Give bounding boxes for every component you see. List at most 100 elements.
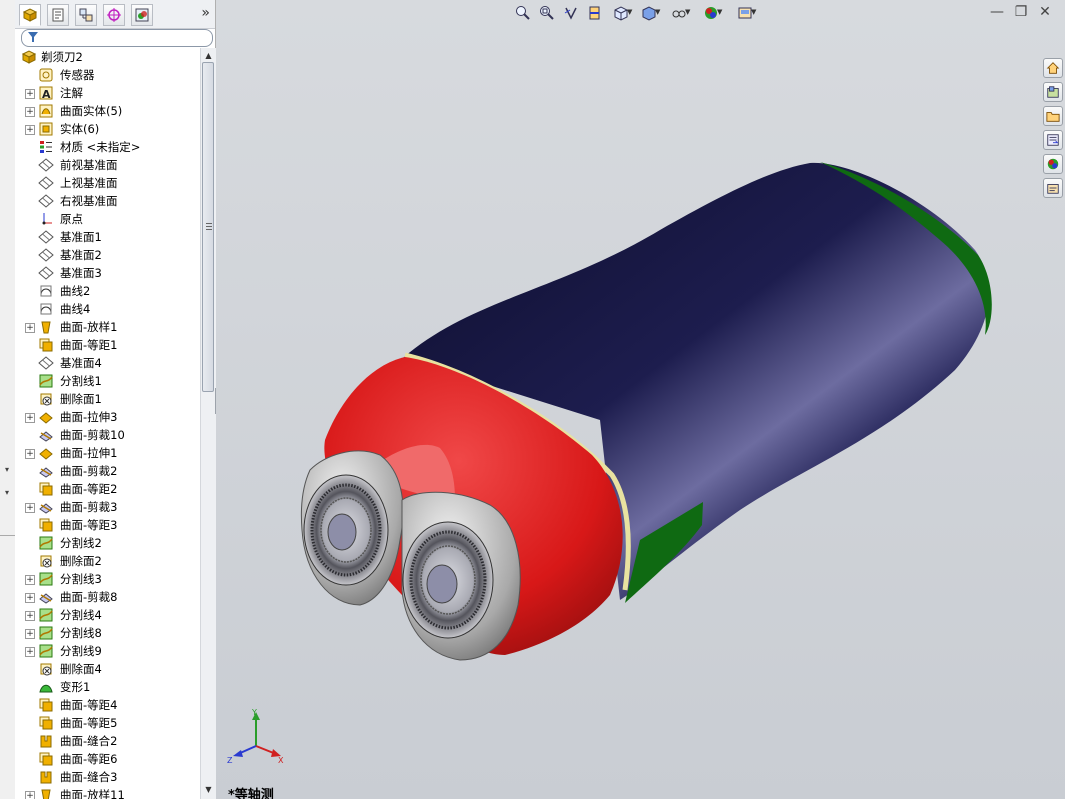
surface-trim-icon: [38, 589, 54, 605]
tree-item-label: 曲面-等距6: [60, 752, 118, 766]
tree-item-label: 曲面-等距2: [60, 482, 118, 496]
display-style-button[interactable]: ▼: [638, 3, 660, 23]
expand-toggle-icon[interactable]: +: [25, 89, 35, 99]
minimize-button[interactable]: —: [987, 2, 1007, 22]
expand-toggle-icon[interactable]: +: [25, 629, 35, 639]
view-orientation-label: *等轴测: [228, 788, 274, 799]
tree-root-label: 剃须刀2: [41, 50, 83, 64]
cutter-head-left: [300, 450, 404, 606]
tab-feature-manager[interactable]: [19, 4, 41, 26]
expand-toggle-icon[interactable]: +: [25, 503, 35, 513]
custom-properties-tab[interactable]: [1043, 178, 1063, 198]
tree-item-label: 曲面-缝合2: [60, 734, 118, 748]
delete-face-icon: [38, 661, 54, 677]
home-tab[interactable]: [1043, 58, 1063, 78]
delete-face-icon: [38, 553, 54, 569]
surface-offset-icon: [38, 715, 54, 731]
dropdown-arrow-icon[interactable]: ▼: [655, 8, 660, 16]
plane-icon: [38, 247, 54, 263]
tree-item-label: 删除面2: [60, 554, 102, 568]
shaver-model[interactable]: [216, 0, 1065, 799]
tab-configuration-manager[interactable]: [75, 4, 97, 26]
plane-icon: [38, 193, 54, 209]
part-icon: [21, 49, 37, 65]
tree-item-label: 曲线4: [60, 302, 91, 316]
tree-item-label: 曲面-剪裁2: [60, 464, 118, 478]
curve-icon: [38, 301, 54, 317]
previous-view-button[interactable]: [560, 3, 582, 23]
plane-icon: [38, 175, 54, 191]
tree-item-label: 删除面4: [60, 662, 102, 676]
collapse-marker[interactable]: ▾: [5, 488, 9, 497]
tree-item-label: 基准面2: [60, 248, 102, 262]
appearances-tab[interactable]: [1043, 154, 1063, 174]
expand-toggle-icon[interactable]: +: [25, 413, 35, 423]
scroll-down-arrow-icon[interactable]: ▼: [203, 784, 214, 795]
split-line-icon: [38, 373, 54, 389]
surface-loft-icon: [38, 319, 54, 335]
expand-toggle-icon[interactable]: +: [25, 593, 35, 603]
tree-item-label: 材质 <未指定>: [60, 140, 141, 154]
zoom-to-area-button[interactable]: [536, 3, 558, 23]
zoom-to-fit-button[interactable]: [512, 3, 534, 23]
graphics-viewport[interactable]: ▼ ▼ ▼ ▼ ▼ — ❐ ✕ Y X Z *等轴测: [216, 0, 1065, 799]
feature-filter-input[interactable]: [21, 29, 213, 47]
expand-toggle-icon[interactable]: +: [25, 449, 35, 459]
file-explorer-tab[interactable]: [1043, 106, 1063, 126]
section-view-button[interactable]: [584, 3, 606, 23]
tree-item-label: 曲面-等距5: [60, 716, 118, 730]
surface-offset-icon: [38, 337, 54, 353]
expand-toggle-icon[interactable]: +: [25, 647, 35, 657]
tree-item-label: 分割线1: [60, 374, 102, 388]
tab-dimxpert[interactable]: [103, 4, 125, 26]
solid-bodies-icon: [38, 121, 54, 137]
surface-bodies-icon: [38, 103, 54, 119]
cutter-head-right: [401, 491, 521, 661]
hide-show-items-button[interactable]: ▼: [668, 3, 690, 23]
split-line-icon: [38, 625, 54, 641]
dropdown-arrow-icon[interactable]: ▼: [751, 8, 756, 16]
split-line-icon: [38, 607, 54, 623]
triad-y-label: Y: [251, 708, 257, 717]
expand-toggle-icon[interactable]: +: [25, 611, 35, 621]
feature-tree: 剃须刀2 传感器 + A 注解 + 曲面实体(5) + 实体(6) 材质 <未指定> 前视基准面上…: [15, 48, 200, 799]
collapse-marker[interactable]: ▾: [5, 465, 9, 474]
restore-button[interactable]: ❐: [1011, 2, 1031, 22]
expand-toggle-icon[interactable]: +: [25, 323, 35, 333]
tree-item-label: 实体(6): [60, 122, 100, 136]
dropdown-arrow-icon[interactable]: ▼: [717, 8, 722, 16]
edit-appearance-button[interactable]: ▼: [700, 3, 722, 23]
window-controls: — ❐ ✕: [987, 2, 1057, 24]
view-palette-tab[interactable]: [1043, 130, 1063, 150]
apply-scene-button[interactable]: ▼: [734, 3, 756, 23]
triad-x-label: X: [278, 756, 284, 765]
divider: [0, 535, 15, 536]
tree-item-label: 曲面-等距4: [60, 698, 118, 712]
dropdown-arrow-icon[interactable]: ▼: [685, 8, 690, 16]
left-edge-strip: ▾ ▾: [0, 0, 16, 799]
plane-icon: [38, 157, 54, 173]
expand-toggle-icon[interactable]: +: [25, 107, 35, 117]
scroll-up-arrow-icon[interactable]: ▲: [203, 50, 214, 61]
feature-tree-scrollbar[interactable]: ▲ ▼: [200, 48, 216, 799]
design-library-tab[interactable]: [1043, 82, 1063, 102]
more-tabs-button[interactable]: »: [201, 5, 210, 21]
dropdown-arrow-icon[interactable]: ▼: [627, 8, 632, 16]
split-line-icon: [38, 571, 54, 587]
tree-item-label: 分割线8: [60, 626, 102, 640]
expand-toggle-icon[interactable]: +: [25, 125, 35, 135]
surface-knit-icon: [38, 769, 54, 785]
plane-icon: [38, 229, 54, 245]
tree-item-label: 传感器: [60, 68, 95, 82]
view-orientation-button[interactable]: ▼: [610, 3, 632, 23]
scroll-thumb[interactable]: [202, 62, 214, 392]
tab-property-manager[interactable]: [47, 4, 69, 26]
tree-item-label: 基准面4: [60, 356, 102, 370]
close-button[interactable]: ✕: [1035, 2, 1055, 22]
annotation-icon: A: [38, 85, 54, 101]
expand-toggle-icon[interactable]: +: [25, 575, 35, 585]
tree-item-label: 前视基准面: [60, 158, 118, 172]
tree-item-label: 曲面实体(5): [60, 104, 123, 118]
tab-display-manager[interactable]: [131, 4, 153, 26]
expand-toggle-icon[interactable]: +: [25, 791, 35, 799]
